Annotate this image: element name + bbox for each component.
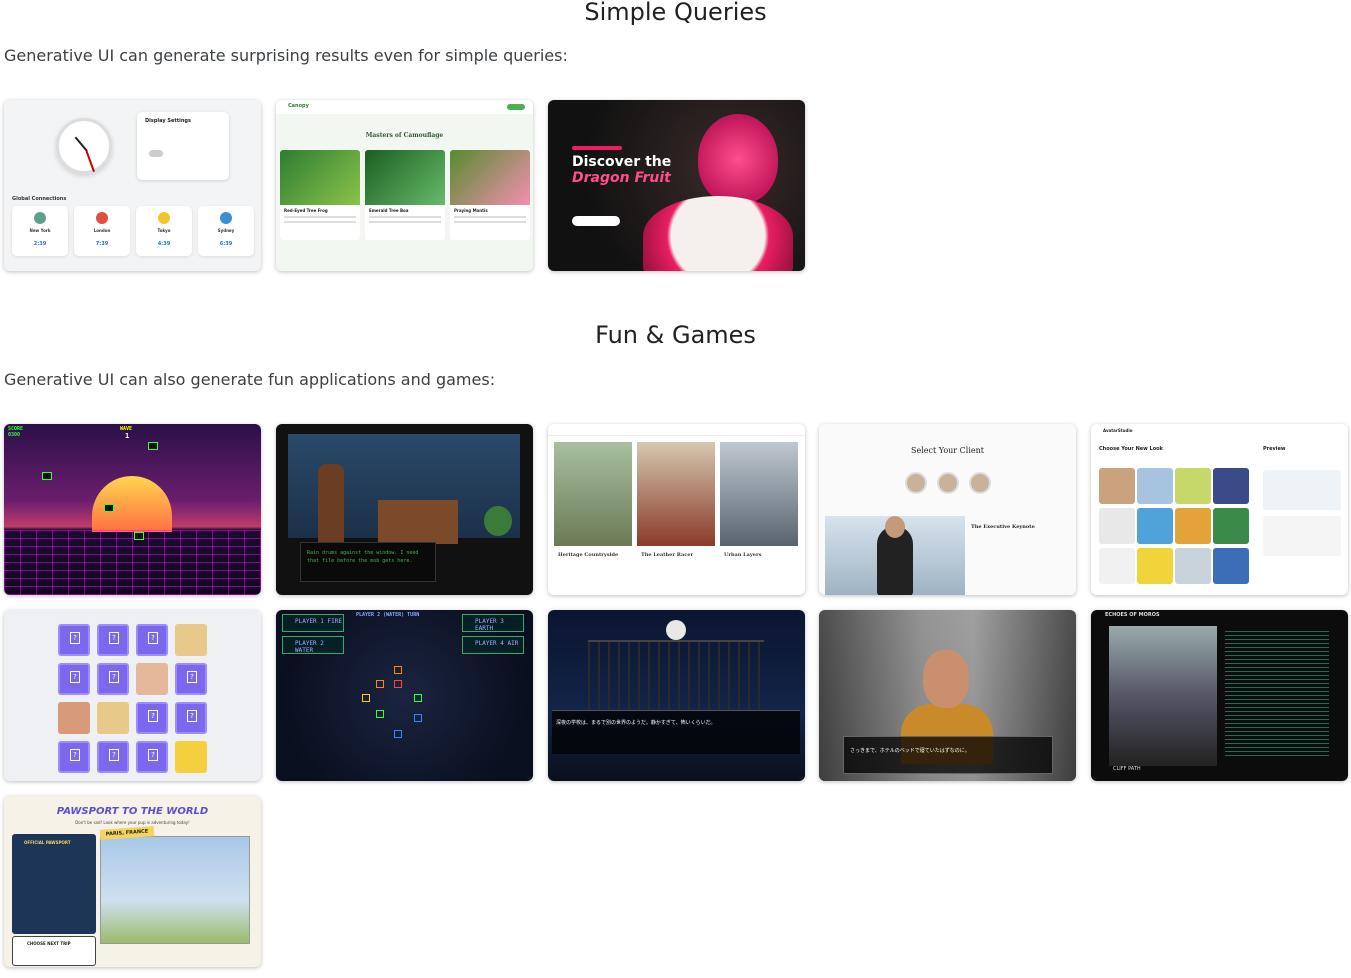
falling-block — [148, 442, 158, 450]
turn-indicator: PLAYER 2 (WATER) TURN — [356, 612, 420, 618]
dialog-box: さっきまで、ホテルのベッドで寝ていたはずなのに。 — [843, 736, 1053, 774]
dog-paris-image — [100, 836, 250, 944]
display-settings-title: Display Settings — [145, 118, 191, 124]
animal-card: Praying Mantis — [450, 150, 530, 240]
city-card: London 7:39 — [74, 206, 130, 256]
client-avatar — [969, 472, 991, 494]
section-description-simple-queries: Generative UI can generate surprising re… — [4, 46, 568, 65]
thumb-avatar-studio[interactable]: AvatarStudio Choose Your New Look Previe… — [1091, 424, 1348, 595]
player-panel: PLAYER 1 FIRE — [282, 614, 344, 632]
iron-gate — [588, 640, 764, 710]
display-settings-panel: Display Settings — [137, 112, 229, 180]
falling-block — [42, 472, 52, 480]
style-tabs — [548, 424, 805, 436]
site-heading: Masters of Camouflage — [365, 132, 444, 139]
location-label: CLIFF PATH — [1113, 766, 1141, 772]
portrait-caption: Heritage Countryside — [558, 552, 619, 558]
thumb-detective-game[interactable]: Rain drums against the window. I need th… — [276, 424, 533, 595]
falling-block — [104, 504, 114, 512]
portrait-photo — [554, 442, 632, 546]
neon-grid — [4, 530, 261, 595]
global-connections-title: Global Connections — [12, 196, 67, 202]
thumb-hotel-story[interactable]: さっきまで、ホテルのベッドで寝ていたはずなのに。 — [819, 610, 1076, 781]
portrait-caption: Urban Layers — [724, 552, 762, 558]
thumb-visual-novel[interactable]: 深夜の学校は、まるで別の世界のようだ。静かすぎて、怖いくらいだ。 — [548, 610, 805, 781]
keynote-subtitle: The Executive Keynote — [971, 524, 1035, 530]
keynote-stage — [825, 516, 965, 595]
thumb-memory-game[interactable] — [4, 610, 261, 781]
thumb-pawsport[interactable]: PAWSPORT TO THE WORLD Don't be sad! Look… — [4, 796, 261, 967]
section-description-fun-games: Generative UI can also generate fun appl… — [4, 370, 496, 389]
dialog-box: Rain drums against the window. I need th… — [300, 542, 436, 582]
portrait-caption: The Leather Racer — [641, 552, 694, 558]
hero-heading: Discover the Dragon Fruit — [572, 154, 672, 186]
thumb-keynote-client[interactable]: Select Your Client The Executive Keynote — [819, 424, 1076, 595]
section-title-simple-queries: Simple Queries — [584, 0, 767, 26]
thumb-dragon-fruit[interactable]: Discover the Dragon Fruit — [548, 100, 805, 271]
portrait-photo — [637, 442, 715, 546]
dragon-fruit-image — [698, 114, 778, 204]
portrait-photo — [720, 442, 798, 546]
office-scene — [288, 434, 520, 544]
preview-card — [1263, 470, 1341, 510]
analog-clock — [56, 118, 112, 174]
thumb-retro-game[interactable]: SCORE 0300 WAVE 1 — [4, 424, 261, 595]
next-trip-panel: CHOOSE NEXT TRIP — [12, 936, 96, 966]
city-card: Sydney 6:39 — [198, 206, 254, 256]
city-card: Tokyo 4:39 — [136, 206, 192, 256]
character-head — [923, 650, 969, 708]
thumb-portrait-styles[interactable]: Heritage Countryside The Leather Racer U… — [548, 424, 805, 595]
player-panel: PLAYER 4 AIR — [462, 636, 524, 654]
dialog-box: 深夜の学校は、まるで別の世界のようだ。静かすぎて、怖いくらいだ。 — [552, 710, 800, 754]
client-avatar — [905, 472, 927, 494]
story-text — [1225, 628, 1329, 758]
player-panel: PLAYER 2 WATER — [282, 636, 344, 654]
thumb-space-puzzle[interactable]: PLAYER 2 (WATER) TURN PLAYER 1 FIRE PLAY… — [276, 610, 533, 781]
avatar-heading: Choose Your New Look — [1099, 446, 1163, 452]
nav-button — [507, 104, 525, 110]
cliff-artwork — [1109, 626, 1217, 766]
moon — [666, 620, 686, 640]
desk — [378, 500, 458, 544]
dragon-fruit-slice-image — [643, 196, 793, 271]
plant — [484, 506, 512, 536]
preview-title: Preview — [1263, 446, 1286, 452]
avatar-brand: AvatarStudio — [1103, 428, 1133, 433]
score-value: 0300 — [8, 432, 21, 438]
select-client-title: Select Your Client — [910, 446, 984, 455]
site-brand: Canopy — [288, 103, 309, 109]
toggle-switch — [149, 150, 163, 157]
thumb-nature-site[interactable]: Canopy Masters of Camouflage Red-Eyed Tr… — [276, 100, 533, 271]
passport-panel: OFFICIAL PAWSPORT — [12, 834, 96, 934]
player-panel: PLAYER 3 EARTH — [462, 614, 524, 632]
pawsport-subtitle: Don't be sad! Look where your pup is adv… — [75, 820, 190, 825]
section-title-fun-games: Fun & Games — [595, 321, 756, 349]
client-avatar — [937, 472, 959, 494]
animal-card: Red-Eyed Tree Frog — [280, 150, 360, 240]
badge — [572, 146, 622, 150]
wave-value: 1 — [125, 432, 130, 440]
animal-card: Emerald Tree Boa — [365, 150, 445, 240]
site-nav: Canopy — [276, 100, 533, 114]
cta-button — [572, 216, 620, 226]
thumb-clock-app[interactable]: Display Settings Global Connections New … — [4, 100, 261, 271]
falling-block — [134, 532, 144, 540]
pawsport-title: PAWSPORT TO THE WORLD — [56, 806, 209, 817]
preview-card — [1263, 516, 1341, 556]
game-title: ECHOES OF MOROS — [1105, 612, 1160, 618]
coat-rack — [318, 464, 344, 544]
thumb-text-adventure[interactable]: ECHOES OF MOROS CLIFF PATH — [1091, 610, 1348, 781]
city-card: New York 2:39 — [12, 206, 68, 256]
